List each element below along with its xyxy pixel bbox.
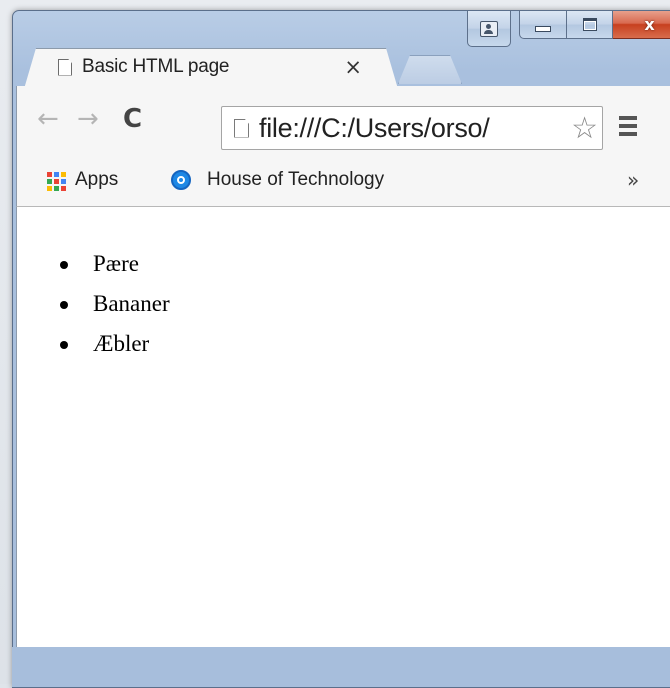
tab-close-button[interactable]: × — [344, 55, 362, 79]
apps-grid-icon[interactable] — [47, 172, 66, 191]
page-info-icon[interactable] — [234, 118, 249, 138]
fruit-list: Pære Bananer Æbler — [60, 245, 170, 365]
hamburger-line-icon — [619, 124, 637, 128]
back-button[interactable]: ← — [37, 106, 59, 132]
page-content: Pære Bananer Æbler — [16, 207, 670, 647]
list-item: Bananer — [60, 285, 170, 325]
document-icon — [58, 58, 72, 76]
navigation-toolbar: ← → C file:///C:/Users/orso/ ☆ — [16, 86, 670, 154]
bookmark-star-icon[interactable]: ☆ — [571, 111, 598, 146]
tab-basic-html-page[interactable]: Basic HTML page × — [28, 48, 392, 86]
hamburger-line-icon — [619, 132, 637, 136]
tab-strip: Basic HTML page × — [0, 0, 670, 80]
list-item: Æbler — [60, 325, 170, 365]
bookmark-house-of-technology[interactable]: House of Technology — [207, 169, 384, 191]
site-favicon-icon — [171, 170, 191, 190]
hamburger-line-icon — [619, 116, 637, 120]
bookmarks-overflow-button[interactable]: » — [627, 168, 639, 192]
bookmarks-bar: Apps House of Technology » — [16, 154, 670, 207]
list-item: Pære — [60, 245, 170, 285]
chrome-menu-button[interactable] — [619, 116, 637, 140]
address-bar[interactable]: file:///C:/Users/orso/ ☆ — [221, 106, 603, 150]
forward-button[interactable]: → — [77, 106, 99, 132]
apps-shortcut[interactable]: Apps — [75, 169, 118, 191]
url-text[interactable]: file:///C:/Users/orso/ — [259, 113, 571, 144]
window-bottom-frame — [12, 647, 670, 687]
tab-title: Basic HTML page — [82, 56, 230, 77]
new-tab-button[interactable] — [398, 55, 462, 84]
reload-button[interactable]: C — [123, 106, 142, 132]
